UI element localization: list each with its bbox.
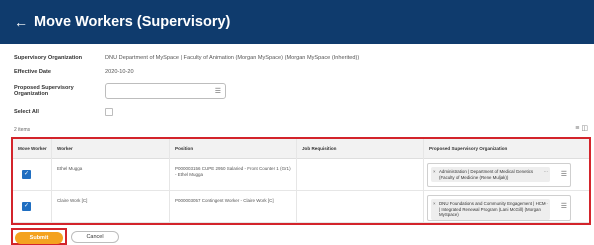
item-count: 2 items — [14, 127, 31, 133]
table-toolbar: ≡◫ — [575, 124, 590, 132]
selected-org-pill[interactable]: × Administration | Department of Medical… — [431, 167, 550, 182]
effective-date-label: Effective Date — [14, 69, 51, 75]
prompt-list-icon[interactable]: ☰ — [561, 202, 567, 210]
prompt-list-icon[interactable]: ☰ — [561, 170, 567, 178]
page-title: Move Workers (Supervisory) — [34, 14, 231, 30]
remove-icon[interactable]: × — [433, 169, 436, 175]
effective-date-value: 2020-10-20 — [105, 69, 134, 75]
column-divider — [423, 139, 424, 223]
submit-button[interactable]: Submit — [15, 232, 63, 244]
selected-org-pill[interactable]: × DNU Foundations and Community Engageme… — [431, 199, 550, 220]
move-worker-checkbox[interactable]: ✓ — [22, 170, 31, 179]
supervisory-org-label: Supervisory Organization — [14, 55, 83, 61]
col-worker: Worker — [57, 146, 73, 151]
worker-name: Ethel Mugga — [57, 166, 83, 171]
table-row: ✓ Ethel Mugga P000003156 CUPE 2950 Salar… — [13, 159, 589, 191]
proposed-org-label: Proposed Supervisory Organization — [14, 85, 74, 97]
col-proposed-org: Proposed Supervisory Organization — [429, 146, 508, 151]
proposed-org-multiselect[interactable]: × DNU Foundations and Community Engageme… — [427, 195, 571, 221]
proposed-org-multiselect[interactable]: × Administration | Department of Medical… — [427, 163, 571, 187]
grid-view-icon[interactable]: ◫ — [581, 125, 590, 132]
prompt-list-icon[interactable]: ☰ — [215, 87, 221, 95]
col-move-worker: Move Worker — [18, 146, 47, 151]
column-divider — [169, 139, 170, 223]
worker-name: Claire Work [C] — [57, 198, 88, 203]
select-all-label: Select All — [14, 109, 39, 115]
proposed-org-row: Proposed Supervisory Organization ☰ — [14, 83, 226, 99]
column-divider — [296, 139, 297, 223]
submit-highlight: Submit — [11, 228, 67, 245]
table-header: Move Worker Worker Position Job Requisit… — [13, 139, 589, 159]
table-row: ✓ Claire Work [C] P000003057 Contingent … — [13, 191, 589, 223]
move-worker-checkbox[interactable]: ✓ — [22, 202, 31, 211]
selected-org-text: Administration | Department of Medical G… — [439, 169, 534, 180]
page-header: ← Move Workers (Supervisory) — [0, 0, 594, 44]
col-position: Position — [175, 146, 194, 151]
supervisory-org-row: Supervisory Organization DNU Department … — [14, 55, 359, 61]
more-options-icon[interactable]: ⋯ — [544, 169, 548, 175]
more-options-icon[interactable]: ⋯ — [544, 201, 548, 207]
col-job-requisition: Job Requisition — [302, 146, 337, 151]
supervisory-org-value: DNU Department of MySpace | Faculty of A… — [105, 55, 360, 61]
cancel-button[interactable]: Cancel — [71, 231, 119, 243]
position-text: P000003156 CUPE 2950 Salaried - Front Co… — [175, 166, 291, 177]
select-all-checkbox[interactable] — [105, 108, 113, 116]
effective-date-row: Effective Date 2020-10-20 — [14, 69, 134, 75]
column-divider — [51, 139, 52, 223]
position-text: P000003057 Contingent Worker - Claire Wo… — [175, 198, 274, 203]
selected-org-text: DNU Foundations and Community Engagement… — [439, 201, 546, 217]
arrow-left-icon[interactable]: ← — [14, 14, 28, 30]
workers-table: Move Worker Worker Position Job Requisit… — [11, 137, 591, 225]
remove-icon[interactable]: × — [433, 201, 436, 207]
proposed-org-prompt-input[interactable]: ☰ — [105, 83, 226, 99]
select-all-row: Select All — [14, 108, 113, 116]
